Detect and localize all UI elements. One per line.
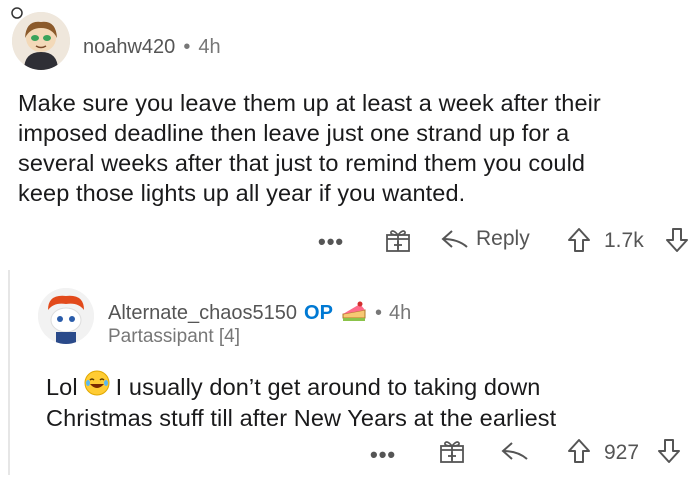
op-badge: OP: [304, 302, 333, 324]
upvote-arrow-icon[interactable]: [566, 437, 592, 470]
avatar-alternate-chaos5150[interactable]: [38, 288, 94, 344]
reply-body-line: Christmas stuff till after New Years at …: [46, 405, 557, 431]
reply-header: Alternate_chaos5150 OP • 4h: [108, 298, 411, 329]
reply-body: Lol I usually don’t get around to taking…: [46, 370, 696, 433]
more-options-button[interactable]: •••: [318, 229, 344, 255]
comment-body-line: several weeks after that just to remind …: [18, 150, 586, 176]
snoo-antenna-icon: [10, 6, 24, 20]
reply-arrow-icon[interactable]: [500, 440, 530, 467]
reply-label: Reply: [476, 227, 530, 250]
vote-score: 1.7k: [604, 229, 644, 252]
header-separator: •: [183, 36, 191, 58]
comment-header: noahw420 • 4h: [83, 36, 221, 59]
award-gift-icon[interactable]: [438, 438, 466, 469]
user-avatar-icon: [38, 288, 94, 344]
reply-timestamp[interactable]: 4h: [389, 302, 411, 325]
thread-connector-line[interactable]: [8, 270, 10, 475]
comment-username[interactable]: noahw420: [83, 36, 175, 59]
reply-body-text: I usually don’t get around to taking dow…: [115, 373, 541, 400]
comment-body-line: imposed deadline then leave just one str…: [18, 120, 570, 146]
more-options-button[interactable]: •••: [370, 442, 396, 468]
comment-body-line: Make sure you leave them up at least a w…: [18, 90, 601, 116]
reply-username[interactable]: Alternate_chaos5150: [108, 302, 297, 325]
comment-body: Make sure you leave them up at least a w…: [18, 88, 698, 208]
laughing-emoji-icon: [84, 370, 110, 403]
cake-day-icon: [340, 298, 368, 329]
user-flair: Partassipant [4]: [108, 326, 241, 347]
upvote-arrow-icon[interactable]: [566, 226, 592, 259]
comment-timestamp[interactable]: 4h: [198, 36, 220, 59]
award-gift-icon[interactable]: [384, 227, 412, 258]
reply-body-line: Lol I usually don’t get around to taking…: [46, 370, 696, 403]
avatar-noahw420[interactable]: [12, 12, 70, 70]
vote-score: 927: [604, 441, 640, 464]
user-avatar-icon: [12, 12, 70, 70]
reply-body-prefix: Lol: [46, 373, 78, 400]
header-separator: •: [374, 302, 382, 324]
downvote-arrow-icon[interactable]: [664, 226, 690, 259]
downvote-arrow-icon[interactable]: [656, 437, 682, 470]
reply-button[interactable]: Reply: [440, 227, 530, 251]
comment-body-line: keep those lights up all year if you wan…: [18, 180, 466, 206]
reply-arrow-icon: [441, 230, 468, 248]
